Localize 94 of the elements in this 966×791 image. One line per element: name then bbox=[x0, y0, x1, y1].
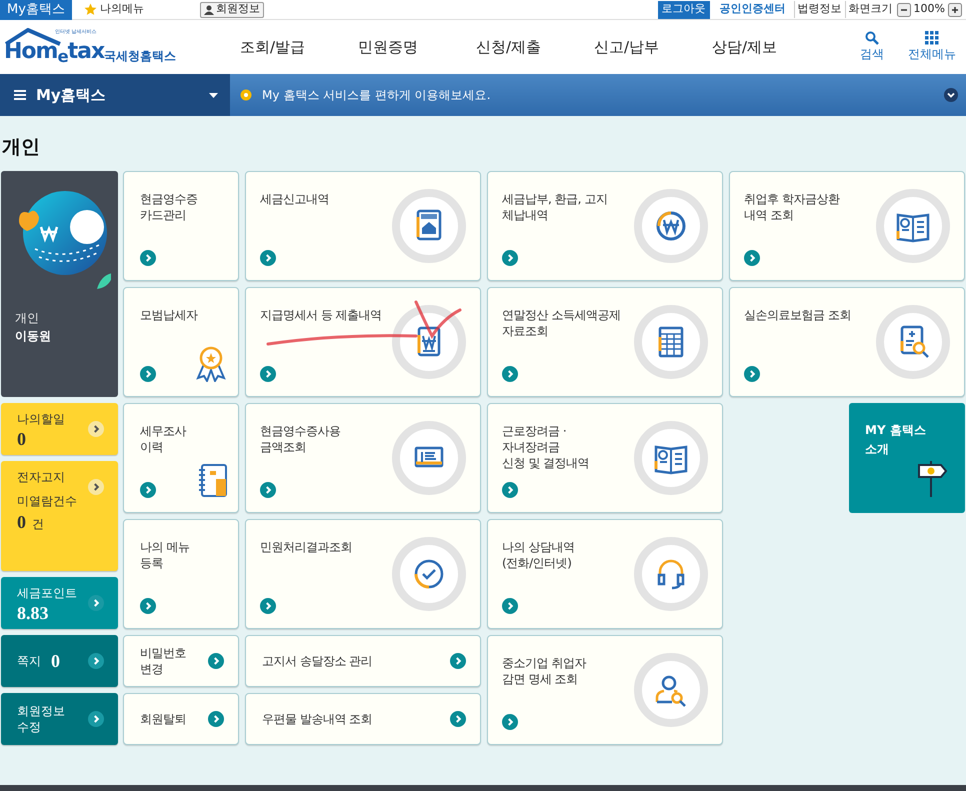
search-icon bbox=[865, 31, 879, 45]
panel-label: 세금포인트 bbox=[17, 585, 77, 601]
side-panel[interactable]: 나의할일 0 bbox=[1, 403, 118, 455]
profile-name: 이동원 bbox=[15, 328, 52, 345]
menu-card[interactable]: 현금영수증사용 금액조회 bbox=[245, 403, 481, 513]
promo-card[interactable]: MY 홈택스 소개 bbox=[849, 403, 965, 513]
my-hometax-menu[interactable]: My홈택스 bbox=[0, 74, 230, 116]
panel-value: 0 bbox=[17, 429, 26, 449]
notebook-icon bbox=[196, 464, 228, 498]
cert-center-link[interactable]: 공인인증센터 bbox=[720, 1, 786, 18]
card-title: 실손의료보험금 조회 bbox=[744, 307, 852, 323]
side-panel[interactable]: 쪽지 0 bbox=[1, 635, 118, 687]
panel-label: 회원정보 수정 bbox=[17, 703, 65, 735]
zoom-level: 100% bbox=[914, 1, 945, 18]
caret-icon bbox=[209, 92, 218, 98]
header-tool[interactable]: 전체메뉴 bbox=[908, 31, 956, 63]
card-title: 중소기업 취업자 감면 명세 조회 bbox=[502, 655, 588, 687]
card-title: 세금납부, 환급, 고지 체납내역 bbox=[502, 191, 608, 223]
member-info-button[interactable]: 회원정보 bbox=[200, 2, 264, 18]
nav-item[interactable]: 민원증명 bbox=[358, 36, 476, 58]
logo-wordmark: Hom$_{e}$tax bbox=[4, 39, 104, 65]
menu-card[interactable]: 고지서 송달장소 관리 bbox=[245, 635, 481, 687]
panel-unit: 건 bbox=[32, 516, 44, 533]
message-text: My 홈택스 서비스를 편하게 이용해보세요. bbox=[262, 87, 492, 104]
card-title: 연말정산 소득세액공제 자료조회 bbox=[502, 307, 622, 339]
panel-sublabel: 미열람건수 bbox=[17, 493, 77, 510]
menu-card[interactable]: 민원처리결과조회 bbox=[245, 519, 481, 629]
menu-card[interactable]: 실손의료보험금 조회 bbox=[729, 287, 965, 397]
side-panel[interactable]: 세금포인트 8.83 bbox=[1, 577, 118, 629]
card-title: 현금영수증 카드관리 bbox=[140, 191, 198, 223]
chevron-down-icon[interactable] bbox=[944, 88, 958, 102]
signpost-icon bbox=[917, 461, 947, 497]
card-title: 지급명세서 등 제출내역 bbox=[260, 307, 383, 323]
menu-card[interactable]: 회원탈퇴 bbox=[123, 693, 239, 745]
menu-icon bbox=[14, 90, 26, 100]
card-title: 근로장려금 · 자녀장려금 신청 및 결정내역 bbox=[502, 423, 590, 471]
panel-value: 0 bbox=[51, 651, 60, 671]
panel-value: 8.83 bbox=[17, 603, 48, 623]
menu-card[interactable]: 연말정산 소득세액공제 자료조회 bbox=[487, 287, 723, 397]
card-title: 현금영수증사용 금액조회 bbox=[260, 423, 342, 455]
header-link[interactable]: 법령정보 bbox=[794, 1, 842, 18]
menu-card[interactable]: 모범납세자 bbox=[123, 287, 239, 397]
card-title: 우편물 발송내역 조회 bbox=[262, 711, 372, 727]
card-title: 민원처리결과조회 bbox=[260, 539, 353, 555]
panel-label: 전자고지 bbox=[17, 469, 66, 485]
card-title: 비밀번호 변경 bbox=[140, 645, 186, 677]
panel-label: 쪽지 bbox=[17, 653, 41, 669]
logo-site-name: 국세청홈택스 bbox=[104, 49, 176, 65]
section-title: 개인 bbox=[2, 135, 41, 160]
menu-card[interactable]: 지급명세서 등 제출내역 bbox=[245, 287, 481, 397]
award-ribbon-icon bbox=[194, 344, 228, 382]
side-panel[interactable]: 전자고지 미열람건수 0 건 bbox=[1, 461, 118, 571]
header-link[interactable]: 화면크기 bbox=[844, 1, 893, 18]
menu-card[interactable]: 우편물 발송내역 조회 bbox=[245, 693, 481, 745]
profile-label: 개인 bbox=[15, 310, 40, 327]
card-title: 세금신고내역 bbox=[260, 191, 330, 207]
menu-card[interactable]: 비밀번호 변경 bbox=[123, 635, 239, 687]
nav-item[interactable]: 신청/제출 bbox=[476, 36, 594, 58]
side-panel[interactable]: 회원정보 수정 bbox=[1, 693, 118, 745]
flower-icon bbox=[240, 89, 252, 101]
brand-tab[interactable]: My홈택스 bbox=[0, 0, 72, 20]
card-title: 취업후 학자금상환 내역 조회 bbox=[744, 191, 841, 223]
menu-card[interactable]: 나의 메뉴 등록 bbox=[123, 519, 239, 629]
menu-card[interactable]: 세금신고내역 bbox=[245, 171, 481, 281]
plus-icon[interactable] bbox=[948, 2, 962, 16]
card-title: 회원탈퇴 bbox=[140, 711, 186, 727]
tool-label: 검색 bbox=[860, 46, 884, 63]
menu-card[interactable]: 현금영수증 카드관리 bbox=[123, 171, 239, 281]
menu-card[interactable]: 세금납부, 환급, 고지 체납내역 bbox=[487, 171, 723, 281]
minus-icon[interactable] bbox=[896, 2, 911, 16]
star-icon bbox=[84, 3, 97, 16]
card-title: 고지서 송달장소 관리 bbox=[262, 653, 372, 669]
panel-value: 0 bbox=[17, 512, 26, 532]
card-title: 나의 상담내역 (전화/인터넷) bbox=[502, 539, 576, 571]
header-tool[interactable]: 검색 bbox=[860, 31, 884, 63]
panel-label: 나의할일 bbox=[17, 411, 65, 427]
menu-card[interactable]: 중소기업 취업자 감면 명세 조회 bbox=[487, 635, 723, 745]
menu-card[interactable]: 나의 상담내역 (전화/인터넷) bbox=[487, 519, 723, 629]
promo-title: MY 홈택스 소개 bbox=[865, 422, 927, 458]
my-hometax-title: My홈택스 bbox=[36, 84, 107, 106]
grid-menu-icon bbox=[925, 31, 939, 45]
nav-item[interactable]: 조회/발급 bbox=[240, 36, 358, 58]
tool-label: 전체메뉴 bbox=[908, 46, 956, 63]
nav-item[interactable]: 상담/제보 bbox=[712, 36, 830, 58]
menu-card[interactable]: 근로장려금 · 자녀장려금 신청 및 결정내역 bbox=[487, 403, 723, 513]
menu-card[interactable]: 세무조사 이력 bbox=[123, 403, 239, 513]
card-title: 나의 메뉴 등록 bbox=[140, 539, 190, 571]
my-menu-link[interactable]: 나의메뉴 bbox=[84, 1, 144, 18]
person-icon bbox=[204, 4, 214, 14]
nav-item[interactable]: 신고/납부 bbox=[594, 36, 712, 58]
card-title: 모범납세자 bbox=[140, 307, 199, 323]
menu-card[interactable]: 취업후 학자금상환 내역 조회 bbox=[729, 171, 965, 281]
logout-button[interactable]: 로그아웃 bbox=[658, 0, 710, 18]
card-title: 세무조사 이력 bbox=[140, 423, 188, 455]
